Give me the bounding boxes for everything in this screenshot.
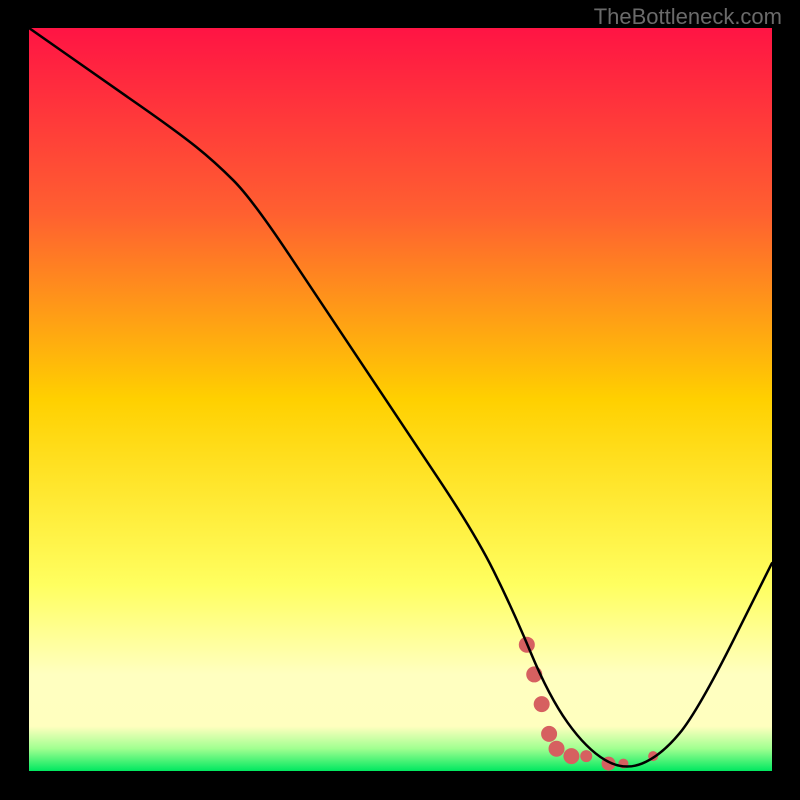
- main-curve-path: [29, 28, 772, 767]
- marker-point: [580, 750, 592, 762]
- chart-markers: [519, 637, 658, 771]
- marker-point: [563, 748, 579, 764]
- marker-point: [541, 726, 557, 742]
- chart-plot-area: [29, 28, 772, 771]
- watermark-text: TheBottleneck.com: [594, 4, 782, 30]
- marker-point: [534, 696, 550, 712]
- chart-curve: [29, 28, 772, 771]
- marker-point: [549, 741, 565, 757]
